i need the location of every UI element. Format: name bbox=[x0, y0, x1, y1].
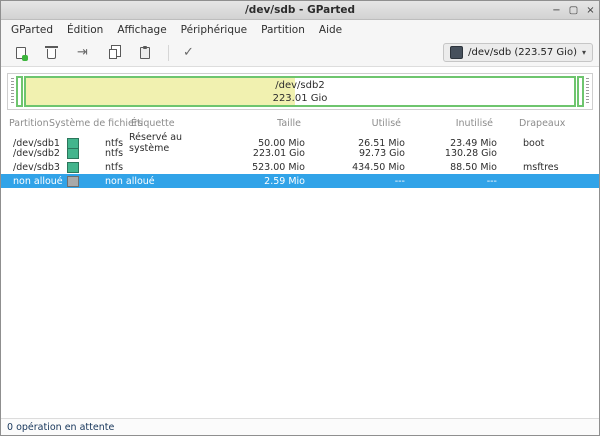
apply-check-icon: ✓ bbox=[183, 45, 194, 60]
chevron-down-icon: ▾ bbox=[582, 48, 586, 57]
window-title: /dev/sdb - GParted bbox=[1, 4, 599, 16]
partition-segment-label: /dev/sdb2 223.01 Gio bbox=[273, 79, 328, 105]
cell-size: 2.59 Mio bbox=[221, 176, 317, 187]
cell-size: 523.00 Mio bbox=[221, 162, 317, 173]
disk-graphic-view: /dev/sdb2 223.01 Gio bbox=[7, 73, 593, 110]
empty-area bbox=[1, 188, 599, 418]
copy-icon bbox=[109, 49, 117, 59]
table-row[interactable]: /dev/sdb1 ntfs Réservé au système 50.00 … bbox=[1, 132, 599, 146]
filesystem-color-swatch bbox=[67, 148, 79, 159]
new-partition-icon bbox=[16, 47, 26, 59]
cell-partition: /dev/sdb2 bbox=[1, 148, 63, 159]
device-selector[interactable]: /dev/sdb (223.57 Gio) ▾ bbox=[443, 43, 593, 62]
maximize-button[interactable]: ▢ bbox=[565, 2, 582, 19]
table-row[interactable]: /dev/sdb2 ntfs 223.01 Gio 92.73 Gio 130.… bbox=[1, 146, 599, 160]
right-edge-marker bbox=[586, 78, 589, 105]
delete-partition-button[interactable] bbox=[38, 41, 65, 64]
trash-icon bbox=[47, 49, 56, 59]
table-header: Partition Système de fichiers Étiquette … bbox=[1, 116, 599, 132]
partition-segment-sdb2[interactable]: /dev/sdb2 223.01 Gio bbox=[24, 76, 576, 107]
header-used[interactable]: Utilisé bbox=[317, 118, 401, 129]
filesystem-color-swatch bbox=[67, 162, 79, 173]
apply-button[interactable]: ✓ bbox=[175, 41, 202, 64]
close-button[interactable]: × bbox=[582, 2, 599, 19]
menu-gparted[interactable]: GParted bbox=[4, 22, 60, 38]
cell-used: --- bbox=[317, 176, 417, 187]
cell-partition: non alloué bbox=[1, 176, 63, 187]
header-partition[interactable]: Partition bbox=[9, 118, 49, 129]
statusbar: 0 opération en attente bbox=[1, 418, 599, 435]
menu-affichage[interactable]: Affichage bbox=[110, 22, 173, 38]
resize-move-icon: ⇥ bbox=[77, 45, 88, 60]
gparted-window: /dev/sdb - GParted − ▢ × GParted Édition… bbox=[0, 0, 600, 436]
table-row[interactable]: /dev/sdb3 ntfs 523.00 Mio 434.50 Mio 88.… bbox=[1, 160, 599, 174]
cell-size: 223.01 Gio bbox=[221, 148, 317, 159]
new-partition-button[interactable] bbox=[7, 41, 34, 64]
filesystem-name: ntfs bbox=[105, 148, 123, 159]
menubar: GParted Édition Affichage Périphérique P… bbox=[1, 20, 599, 39]
resize-move-button[interactable]: ⇥ bbox=[69, 41, 96, 64]
partition-segment-sdb1[interactable] bbox=[16, 76, 23, 107]
cell-used: 434.50 Mio bbox=[317, 162, 417, 173]
hard-drive-icon bbox=[450, 46, 463, 59]
menu-peripherique[interactable]: Périphérique bbox=[174, 22, 254, 38]
filesystem-color-swatch bbox=[67, 176, 79, 187]
cell-unused: 130.28 Gio bbox=[417, 148, 509, 159]
menu-aide[interactable]: Aide bbox=[312, 22, 349, 38]
minimize-button[interactable]: − bbox=[548, 2, 565, 19]
header-filesystem[interactable]: Système de fichiers bbox=[49, 118, 143, 129]
filesystem-name: non alloué bbox=[105, 176, 155, 187]
cell-used: 92.73 Gio bbox=[317, 148, 417, 159]
header-unused[interactable]: Inutilisé bbox=[409, 118, 493, 129]
paste-icon bbox=[140, 47, 150, 59]
cell-filesystem: non alloué bbox=[63, 176, 129, 187]
filesystem-name: ntfs bbox=[105, 162, 123, 173]
window-controls: − ▢ × bbox=[548, 2, 599, 19]
partition-name: /dev/sdb2 bbox=[273, 79, 328, 92]
menu-partition[interactable]: Partition bbox=[254, 22, 312, 38]
cell-filesystem: ntfs bbox=[63, 148, 129, 159]
menu-edition[interactable]: Édition bbox=[60, 22, 110, 38]
used-space-fill bbox=[26, 78, 295, 105]
cell-filesystem: ntfs bbox=[63, 162, 129, 173]
toolbar-separator bbox=[168, 45, 169, 61]
partition-size: 223.01 Gio bbox=[273, 92, 328, 105]
header-flags[interactable]: Drapeaux bbox=[519, 118, 565, 129]
header-label[interactable]: Étiquette bbox=[131, 118, 175, 129]
toolbar: ⇥ ✓ /dev/sdb (223.57 Gio) ▾ bbox=[1, 39, 599, 67]
copy-button[interactable] bbox=[100, 41, 127, 64]
table-row-selected[interactable]: non alloué non alloué 2.59 Mio --- --- bbox=[1, 174, 599, 188]
titlebar: /dev/sdb - GParted − ▢ × bbox=[1, 1, 599, 20]
paste-button[interactable] bbox=[131, 41, 158, 64]
cell-flags: msftres bbox=[509, 162, 599, 173]
pending-operations-text: 0 opération en attente bbox=[7, 422, 114, 433]
cell-unused: 88.50 Mio bbox=[417, 162, 509, 173]
partition-segment-sdb3[interactable] bbox=[577, 76, 584, 107]
cell-unused: --- bbox=[417, 176, 509, 187]
left-edge-marker bbox=[11, 78, 14, 105]
header-size[interactable]: Taille bbox=[217, 118, 301, 129]
cell-partition: /dev/sdb3 bbox=[1, 162, 63, 173]
device-selector-label: /dev/sdb (223.57 Gio) bbox=[468, 47, 577, 58]
